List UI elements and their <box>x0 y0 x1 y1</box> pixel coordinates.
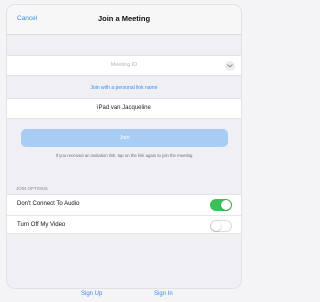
sign-up-button[interactable]: Sign Up <box>81 291 102 297</box>
navigation-bar: Cancel Join a Meeting <box>7 5 241 35</box>
invitation-hint-text: If you received an invitation link, tap … <box>55 153 193 158</box>
video-toggle[interactable] <box>210 220 232 232</box>
audio-toggle[interactable] <box>210 199 232 211</box>
option-dont-connect-audio: Don't Connect To Audio <box>7 195 241 215</box>
option-label: Turn Off My Video <box>17 222 66 228</box>
join-options-list: Don't Connect To Audio Turn Off My Video <box>7 194 241 234</box>
meeting-id-placeholder: Meeting ID <box>110 62 138 68</box>
toggle-knob <box>211 221 221 231</box>
option-label: Don't Connect To Audio <box>17 201 80 207</box>
page-title: Join a Meeting <box>97 14 151 23</box>
personal-link-name-link[interactable]: Join with a personal link name <box>7 85 241 91</box>
option-turn-off-video: Turn Off My Video <box>7 215 241 235</box>
screen-name-field[interactable]: iPad van Jacqueline <box>7 98 241 119</box>
toggle-knob <box>221 200 231 210</box>
sign-in-button[interactable]: Sign In <box>154 291 173 297</box>
bottom-bar: Sign Up Sign In <box>0 288 247 302</box>
chevron-down-icon[interactable] <box>225 61 235 71</box>
join-meeting-sheet: Cancel Join a Meeting Meeting ID Join wi… <box>7 5 241 288</box>
screen-name-value: iPad van Jacqueline <box>97 105 151 111</box>
join-button[interactable]: Join <box>21 129 228 147</box>
join-options-header: JOIN OPTIONS <box>16 186 48 191</box>
meeting-id-field[interactable]: Meeting ID <box>7 55 241 76</box>
